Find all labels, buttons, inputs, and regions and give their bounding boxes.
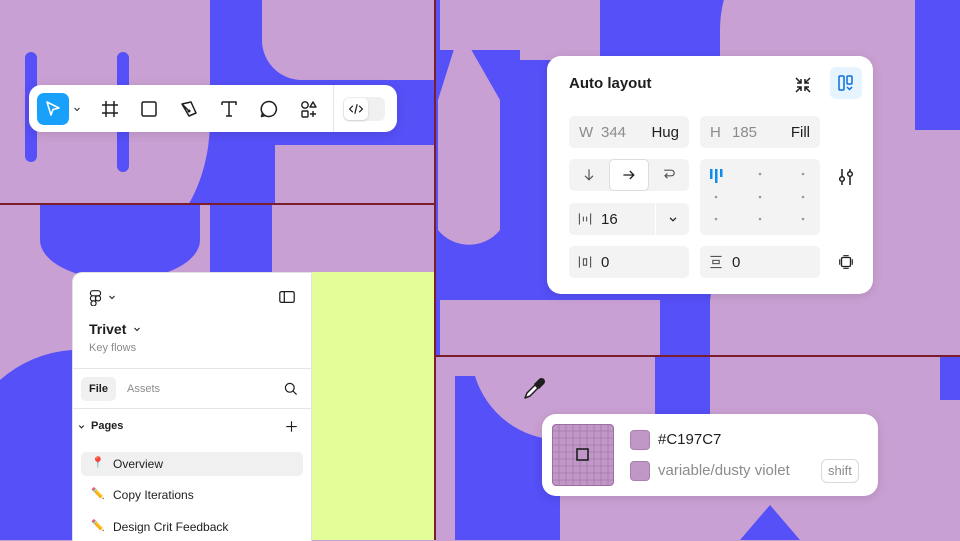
chevron-down-icon	[134, 327, 141, 332]
toolbar-divider	[333, 85, 334, 132]
project-subtitle: Key flows	[89, 342, 137, 354]
magnifier-preview	[552, 424, 614, 486]
arrow-right-icon	[623, 170, 635, 180]
pin-icon: 📍	[91, 457, 105, 469]
dev-mode-toggle[interactable]	[343, 97, 385, 121]
chevron-down-icon	[669, 217, 676, 222]
chevron-down-icon	[109, 295, 115, 300]
auto-layout-title: Auto layout	[569, 75, 652, 92]
pages-label: Pages	[91, 420, 124, 432]
advanced-settings-button[interactable]	[830, 161, 862, 193]
width-value: 344	[601, 124, 627, 141]
rectangle-tool-button[interactable]	[133, 93, 165, 125]
text-icon	[221, 101, 237, 117]
project-name-button[interactable]: Trivet	[89, 321, 142, 337]
wrap-icon	[664, 169, 675, 179]
plus-icon	[285, 420, 297, 432]
shapes-tool-button[interactable]	[293, 93, 325, 125]
page-name: Design Crit Feedback	[113, 520, 229, 534]
comment-tool-button[interactable]	[253, 93, 285, 125]
padding-frame-icon	[839, 255, 853, 269]
shift-key-hint: shift	[821, 459, 859, 483]
frame-tool-button[interactable]	[94, 93, 126, 125]
sidebar-toggle-button[interactable]	[275, 285, 299, 309]
height-value: 185	[732, 124, 758, 141]
padding-vertical-icon	[710, 255, 722, 269]
page-name: Copy Iterations	[113, 488, 194, 502]
page-name: Overview	[113, 457, 164, 471]
hex-swatch	[630, 430, 650, 450]
main-toolbar	[29, 85, 397, 132]
variable-swatch	[630, 461, 650, 481]
rectangle-icon	[141, 101, 157, 117]
comment-icon	[260, 100, 278, 118]
add-page-button[interactable]	[281, 416, 301, 436]
sliders-icon	[838, 169, 854, 185]
divider	[73, 408, 311, 409]
tab-assets[interactable]: Assets	[127, 377, 160, 401]
width-mode[interactable]: Hug	[651, 124, 679, 141]
auto-layout-panel: Auto layout W 344 Hug H 185 Fill 16 0 0	[547, 56, 873, 294]
gap-value: 16	[601, 211, 618, 228]
search-icon	[284, 382, 298, 396]
vertical-direction-button[interactable]	[569, 159, 609, 191]
pencil-icon: ✏️	[91, 488, 105, 500]
gap-icon	[578, 213, 592, 225]
text-tool-button[interactable]	[213, 93, 245, 125]
padding-vertical-value: 0	[732, 254, 741, 271]
frame-icon	[102, 101, 118, 117]
pen-tool-button[interactable]	[173, 93, 205, 125]
hex-value: #C197C7	[658, 431, 722, 448]
individual-padding-button[interactable]	[830, 246, 862, 278]
tool-dropdown-chevron[interactable]	[69, 93, 85, 125]
wrap-direction-button[interactable]	[649, 159, 689, 191]
padding-horizontal-icon	[578, 256, 592, 268]
height-mode[interactable]: Fill	[791, 124, 810, 141]
width-field[interactable]: W 344 Hug	[569, 116, 689, 148]
variable-name: variable/dusty violet	[658, 462, 790, 479]
code-icon	[348, 104, 364, 114]
gap-dropdown[interactable]	[656, 203, 689, 235]
page-item-design-crit-feedback[interactable]: ✏️ Design Crit Feedback	[81, 515, 303, 539]
collapse-icon	[795, 77, 811, 93]
pen-icon	[181, 101, 197, 117]
color-picker-popup: #C197C7 variable/dusty violet shift	[542, 414, 878, 496]
divider	[73, 368, 311, 369]
project-name: Trivet	[89, 321, 127, 337]
file-panel: Trivet Key flows File Assets Pages 📍 Ove…	[72, 272, 312, 541]
page-item-overview[interactable]: 📍 Overview	[81, 452, 303, 476]
arrow-down-icon	[584, 169, 594, 181]
padding-horizontal-field[interactable]: 0	[569, 246, 689, 278]
collapse-button[interactable]	[787, 70, 819, 100]
alignment-grid[interactable]	[700, 159, 820, 235]
height-label: H	[710, 124, 721, 141]
direction-group	[569, 159, 689, 191]
figma-logo-icon	[89, 289, 102, 306]
padding-horizontal-value: 0	[601, 254, 610, 271]
tab-file[interactable]: File	[81, 377, 116, 401]
height-field[interactable]: H 185 Fill	[700, 116, 820, 148]
horizontal-direction-button[interactable]	[609, 159, 649, 191]
alignment-dots	[710, 169, 805, 221]
shapes-icon	[301, 101, 317, 118]
pages-section-header[interactable]: Pages	[77, 420, 123, 432]
sidebar-icon	[279, 290, 295, 304]
gap-field[interactable]: 16	[569, 203, 689, 235]
chevron-down-icon	[78, 424, 85, 429]
move-tool-button[interactable]	[37, 93, 69, 125]
pencil-icon: ✏️	[91, 520, 105, 532]
width-label: W	[579, 124, 594, 141]
auto-layout-toggle[interactable]	[830, 67, 862, 99]
eyedropper-cursor-icon	[524, 377, 546, 399]
padding-vertical-field[interactable]: 0	[700, 246, 820, 278]
chevron-down-icon	[74, 107, 80, 112]
page-item-copy-iterations[interactable]: ✏️ Copy Iterations	[81, 483, 303, 507]
auto-layout-icon	[838, 75, 853, 91]
search-button[interactable]	[279, 377, 303, 401]
move-icon	[46, 101, 60, 116]
main-menu-button[interactable]	[87, 287, 121, 307]
